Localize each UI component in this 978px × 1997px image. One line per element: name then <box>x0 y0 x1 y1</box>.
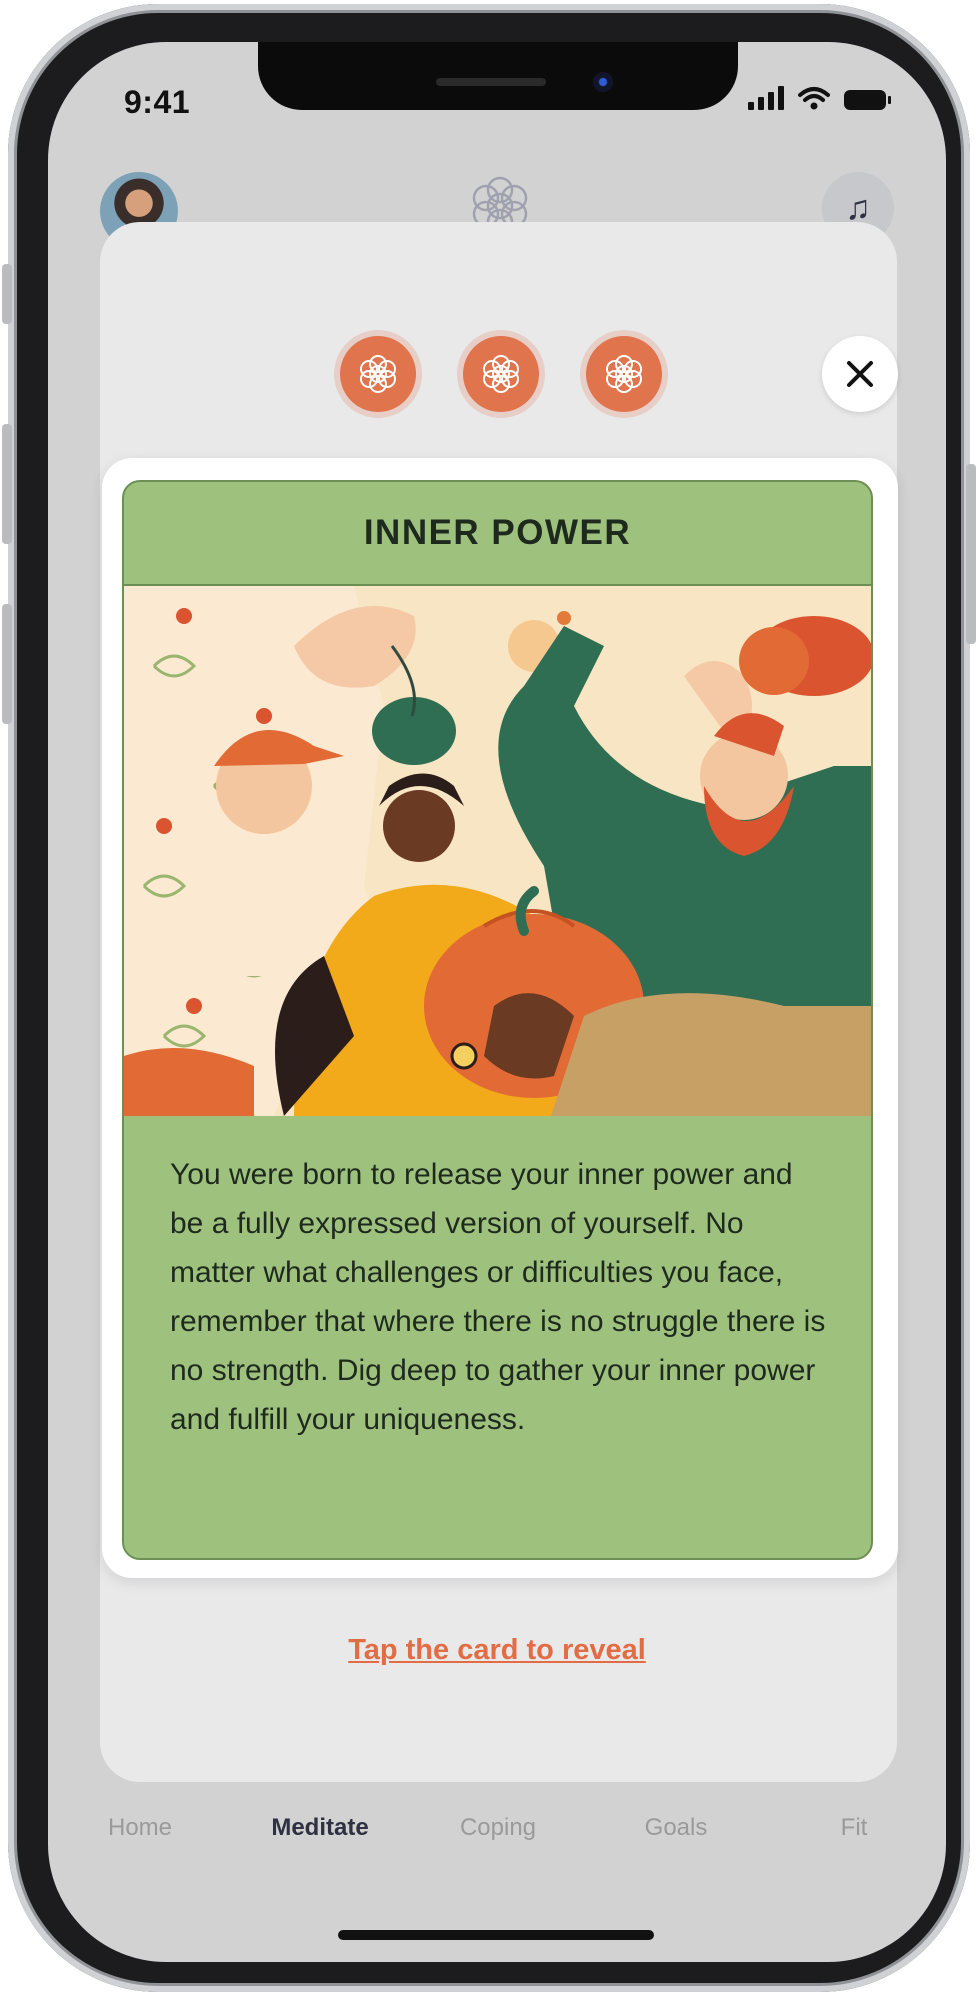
speaker-grille <box>436 78 546 86</box>
tab-coping[interactable]: Coping <box>460 1814 536 1842</box>
battery-icon <box>844 90 891 110</box>
progress-pill-2 <box>463 336 539 412</box>
close-icon <box>847 361 873 387</box>
card-body-text: You were born to release your inner powe… <box>170 1158 826 1436</box>
mandala-icon <box>606 355 642 393</box>
front-camera <box>593 72 613 92</box>
volume-down-button <box>2 604 12 724</box>
close-button[interactable] <box>822 336 898 412</box>
tab-home[interactable]: Home <box>108 1814 172 1842</box>
mandala-icon <box>483 355 519 393</box>
notch <box>258 42 738 110</box>
screen: 9:41 ♫ Home Meditate Coping Goals Fit IN… <box>48 42 946 1962</box>
wifi-icon <box>798 87 830 110</box>
home-indicator <box>338 1930 654 1940</box>
cellular-signal-icon <box>748 86 784 110</box>
progress-pill-3 <box>586 336 662 412</box>
tap-to-reveal-link[interactable]: Tap the card to reveal <box>48 1634 946 1667</box>
tab-fit-label: Fit <box>840 1814 868 1841</box>
mandala-icon <box>360 355 396 393</box>
affirmation-card[interactable]: INNER POWER You were born to release you… <box>122 480 873 1560</box>
volume-up-button <box>2 424 12 544</box>
progress-pill-1 <box>340 336 416 412</box>
silent-switch <box>2 264 12 324</box>
status-icons <box>748 86 891 110</box>
power-button <box>966 464 976 644</box>
tab-home-label: Home <box>107 1814 173 1841</box>
tab-fit[interactable]: Fit <box>841 1814 868 1842</box>
phone-frame: 9:41 ♫ Home Meditate Coping Goals Fit IN… <box>2 4 976 1992</box>
tab-meditate-label: Meditate <box>271 1814 369 1841</box>
status-time: 9:41 <box>124 84 191 120</box>
card-title: INNER POWER <box>124 482 871 586</box>
tab-coping-label: Coping <box>459 1814 537 1841</box>
card-illustration <box>124 586 871 1116</box>
tab-goals-label: Goals <box>644 1814 708 1841</box>
tab-meditate[interactable]: Meditate <box>271 1814 368 1842</box>
tab-goals[interactable]: Goals <box>645 1814 708 1842</box>
